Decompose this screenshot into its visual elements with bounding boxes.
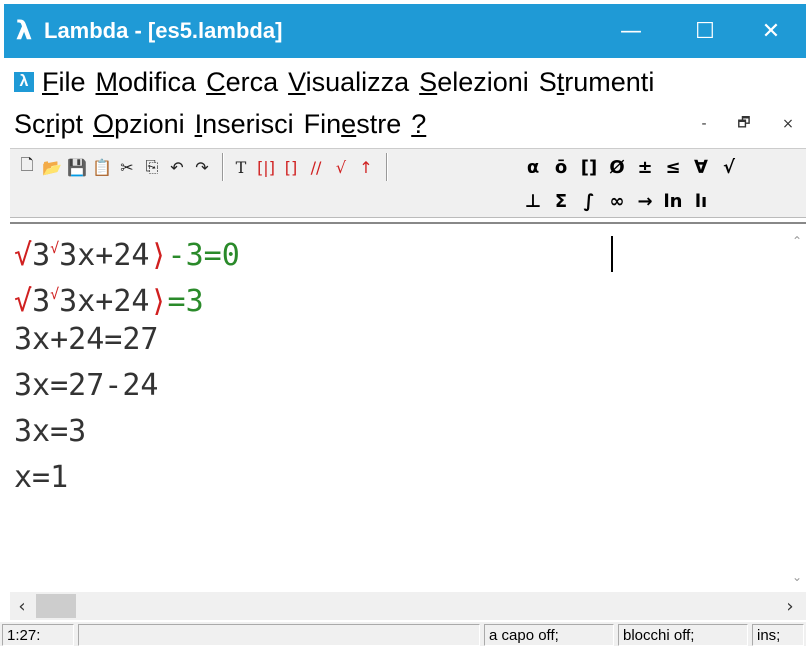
less-equal-icon[interactable]: ≤ bbox=[660, 154, 686, 180]
maximize-button[interactable]: ☐ bbox=[670, 4, 740, 58]
menu-finestre[interactable]: Finestre bbox=[304, 109, 402, 140]
menu-file[interactable]: File bbox=[42, 67, 86, 98]
power-icon[interactable]: ↑ bbox=[355, 155, 377, 179]
for-all-icon[interactable]: ∀ bbox=[688, 154, 714, 180]
scroll-right-icon[interactable]: › bbox=[780, 596, 800, 617]
editor-line[interactable]: √3√3x+24⟩=3 bbox=[14, 274, 204, 322]
alpha-icon[interactable]: α bbox=[520, 154, 546, 180]
status-message bbox=[78, 624, 480, 646]
status-wrap: a capo off; bbox=[484, 624, 614, 646]
new-icon[interactable]: 🗋 bbox=[16, 155, 38, 179]
open-icon[interactable]: 📂 bbox=[41, 155, 63, 179]
mdi-minimize-button[interactable]: - bbox=[690, 112, 718, 136]
horizontal-scrollbar[interactable]: ‹ › bbox=[10, 592, 806, 620]
overline-icon[interactable]: ō bbox=[548, 154, 574, 180]
scroll-down-icon[interactable]: ⌄ bbox=[788, 568, 806, 586]
bracket-alt-icon[interactable]: [] bbox=[280, 155, 302, 179]
toolbar-separator bbox=[386, 153, 388, 181]
toolbar: 🗋 📂 💾 📋 ✂ ⎘ ↶ ↷ T [|] [] // √ ↑ α ō [] Ø… bbox=[10, 148, 806, 218]
editor-line[interactable]: √3√3x+24⟩-3=0 bbox=[14, 228, 240, 276]
scroll-thumb[interactable] bbox=[36, 594, 76, 618]
editor-line[interactable]: 3x=27-24 bbox=[14, 366, 159, 406]
brackets-icon[interactable]: [] bbox=[576, 154, 602, 180]
bracket-icon[interactable]: [|] bbox=[255, 155, 277, 179]
menu-script[interactable]: Script bbox=[14, 109, 83, 140]
copy-icon[interactable]: ⎘ bbox=[141, 155, 163, 179]
integral-icon[interactable]: ∫ bbox=[576, 188, 602, 214]
sqrt-icon[interactable]: √ bbox=[716, 154, 742, 180]
sum-icon[interactable]: Σ bbox=[548, 188, 574, 214]
mdi-close-button[interactable]: × bbox=[774, 112, 802, 136]
menu-opzioni[interactable]: Opzioni bbox=[93, 109, 185, 140]
menu-inserisci[interactable]: Inserisci bbox=[195, 109, 294, 140]
status-bar: 1:27: a capo off; blocchi off; ins; bbox=[0, 622, 806, 646]
menu-help[interactable]: ? bbox=[411, 109, 426, 140]
status-position: 1:27: bbox=[2, 624, 74, 646]
arrow-icon[interactable]: → bbox=[632, 188, 658, 214]
plus-minus-icon[interactable]: ± bbox=[632, 154, 658, 180]
window-title: Lambda - [es5.lambda] bbox=[44, 18, 283, 43]
save-icon[interactable]: 💾 bbox=[66, 155, 88, 179]
editor-line[interactable]: 3x+24=27 bbox=[14, 320, 159, 360]
menu-bar-row-2: Script Opzioni Inserisci Finestre ? bbox=[14, 104, 436, 144]
scroll-left-icon[interactable]: ‹ bbox=[12, 596, 32, 617]
lambda-icon[interactable]: λ bbox=[4, 4, 44, 58]
perpendicular-icon[interactable]: ⊥ bbox=[520, 188, 546, 214]
empty-set-icon[interactable]: Ø bbox=[604, 154, 630, 180]
editor-area[interactable]: √3√3x+24⟩-3=0 √3√3x+24⟩=3 3x+24=27 3x=27… bbox=[10, 222, 806, 590]
redo-icon[interactable]: ↷ bbox=[191, 155, 213, 179]
mdi-restore-button[interactable]: 🗗 bbox=[730, 112, 758, 136]
cut-icon[interactable]: ✂ bbox=[116, 155, 138, 179]
ln-icon[interactable]: ln bbox=[660, 188, 686, 214]
function-icon[interactable]: lı bbox=[688, 188, 714, 214]
infinity-icon[interactable]: ∞ bbox=[604, 188, 630, 214]
root-icon[interactable]: √ bbox=[330, 155, 352, 179]
fraction-icon[interactable]: // bbox=[305, 155, 327, 179]
menu-visualizza[interactable]: Visualizza bbox=[288, 67, 409, 98]
status-mode: ins; bbox=[752, 624, 804, 646]
minimize-button[interactable]: — bbox=[596, 4, 666, 58]
menu-modifica[interactable]: Modifica bbox=[96, 67, 197, 98]
menu-selezioni[interactable]: Selezioni bbox=[419, 67, 529, 98]
toolbar-separator bbox=[222, 153, 224, 181]
menu-bar: λ File Modifica Cerca Visualizza Selezio… bbox=[14, 62, 664, 102]
scroll-up-icon[interactable]: ⌃ bbox=[788, 232, 806, 250]
text-caret bbox=[611, 236, 613, 272]
paste-icon[interactable]: 📋 bbox=[91, 155, 113, 179]
editor-line[interactable]: x=1 bbox=[14, 458, 68, 498]
document-lambda-icon[interactable]: λ bbox=[14, 72, 34, 92]
text-icon[interactable]: T bbox=[230, 155, 252, 179]
close-button[interactable]: ✕ bbox=[736, 4, 806, 58]
status-blocks: blocchi off; bbox=[618, 624, 748, 646]
menu-strumenti[interactable]: Strumenti bbox=[539, 67, 655, 98]
title-bar: λ Lambda - [es5.lambda] — ☐ ✕ bbox=[4, 4, 806, 58]
menu-cerca[interactable]: Cerca bbox=[206, 67, 278, 98]
undo-icon[interactable]: ↶ bbox=[166, 155, 188, 179]
editor-line[interactable]: 3x=3 bbox=[14, 412, 86, 452]
